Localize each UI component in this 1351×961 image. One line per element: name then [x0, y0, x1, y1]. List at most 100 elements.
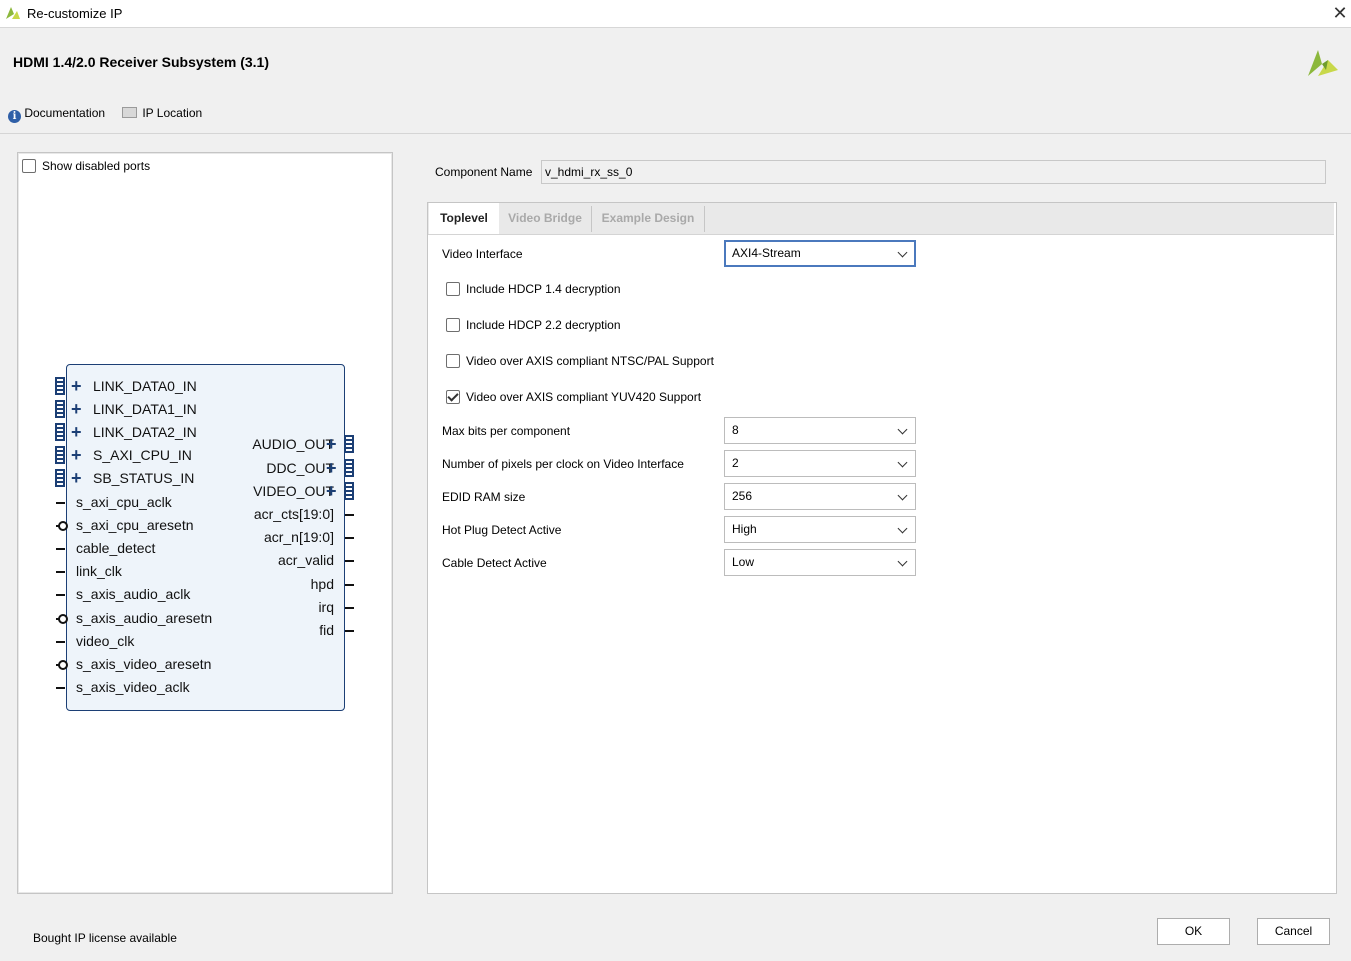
plus-icon[interactable]: + [326, 459, 337, 477]
chevron-down-icon [897, 247, 908, 258]
port-left-bus: LINK_DATA0_IN [93, 378, 197, 394]
option-checkbox[interactable]: Video over AXIS compliant NTSC/PAL Suppo… [446, 354, 714, 368]
port-left-bus: S_AXI_CPU_IN [93, 447, 192, 463]
close-icon[interactable]: ✕ [1330, 3, 1350, 23]
port-right: hpd [310, 575, 334, 592]
port-right: acr_n[19:0] [263, 529, 334, 546]
option-checkbox[interactable]: Video over AXIS compliant YUV420 Support [446, 390, 701, 404]
xilinx-logo-icon [6, 7, 20, 19]
tab-divider [704, 206, 705, 232]
title-bar [0, 0, 1351, 28]
ok-button[interactable]: OK [1157, 918, 1230, 945]
chevron-down-icon [897, 424, 908, 435]
documentation-link[interactable]: i Documentation [8, 106, 105, 123]
show-disabled-ports-checkbox[interactable]: Show disabled ports [22, 159, 150, 173]
tab-video-bridge[interactable]: Video Bridge [499, 203, 591, 234]
component-name-label: Component Name [435, 165, 533, 179]
select-value: 256 [732, 489, 753, 503]
option-checkbox[interactable]: Include HDCP 2.2 decryption [446, 318, 621, 332]
option-label: Include HDCP 2.2 decryption [466, 318, 621, 332]
option-checkbox[interactable]: Include HDCP 1.4 decryption [446, 282, 621, 296]
chevron-down-icon [897, 490, 908, 501]
option-label: Include HDCP 1.4 decryption [466, 282, 621, 296]
port-left: s_axis_audio_aclk [76, 586, 191, 603]
port-right-bus: AUDIO_OUT [252, 436, 334, 452]
port-left: s_axi_cpu_aclk [76, 494, 172, 510]
port-wire [56, 548, 65, 551]
tab-example-design[interactable]: Example Design [592, 203, 704, 234]
bus-connector [344, 482, 354, 500]
port-left: video_clk [76, 632, 135, 649]
option-label: Video over AXIS compliant NTSC/PAL Suppo… [466, 354, 714, 368]
show-disabled-ports-label: Show disabled ports [42, 159, 151, 173]
field-select[interactable]: Low [724, 549, 916, 576]
window-title: Re-customize IP [27, 6, 123, 21]
plus-icon[interactable]: + [71, 423, 82, 441]
field-select[interactable]: 8 [724, 417, 916, 444]
port-right-bus: DDC_OUT [266, 459, 334, 476]
active-low-icon [58, 659, 68, 670]
bus-connector [55, 469, 65, 487]
cancel-button[interactable]: Cancel [1257, 918, 1330, 945]
port-wire [345, 606, 354, 609]
port-right: acr_cts[19:0] [253, 506, 334, 522]
tab-toplevel[interactable]: Toplevel [429, 203, 499, 234]
checkbox-icon[interactable] [446, 354, 460, 368]
plus-icon[interactable]: + [326, 435, 337, 453]
chevron-down-icon [897, 523, 908, 534]
port-right: irq [318, 598, 334, 615]
port-left: cable_detect [76, 540, 156, 557]
ip-title: HDMI 1.4/2.0 Receiver Subsystem (3.1) [13, 54, 270, 70]
checkbox-icon[interactable] [22, 159, 36, 173]
plus-icon[interactable]: + [71, 469, 82, 487]
license-status: Bought IP license available [33, 931, 177, 945]
checkbox-icon[interactable] [446, 318, 460, 332]
port-left-bus: LINK_DATA1_IN [93, 401, 197, 417]
chevron-down-icon [897, 457, 908, 468]
tab-panel [427, 202, 1337, 894]
port-left-bus: LINK_DATA2_IN [93, 424, 197, 440]
plus-icon[interactable]: + [326, 482, 337, 500]
field-label: Hot Plug Detect Active [442, 523, 562, 537]
chevron-down-icon [897, 556, 908, 567]
plus-icon[interactable]: + [71, 377, 82, 395]
field-select[interactable]: 2 [724, 450, 916, 477]
plus-icon[interactable]: + [71, 446, 82, 464]
divider [0, 133, 1351, 134]
video-interface-select[interactable]: AXI4-Stream [724, 240, 916, 267]
bus-connector [344, 435, 354, 453]
component-name-field[interactable]: v_hdmi_rx_ss_0 [541, 160, 1326, 184]
bus-connector [55, 377, 65, 395]
checkbox-icon[interactable] [446, 282, 460, 296]
port-wire [56, 502, 65, 504]
documentation-label: Documentation [24, 106, 106, 120]
option-label: Video over AXIS compliant YUV420 Support [466, 390, 702, 404]
checkbox-icon[interactable] [446, 390, 460, 404]
bus-connector [55, 400, 65, 418]
port-wire [345, 583, 354, 586]
port-wire [345, 514, 354, 516]
plus-icon[interactable]: + [71, 400, 82, 418]
bus-connector [55, 446, 65, 464]
port-right: acr_valid [277, 552, 334, 569]
info-icon: i [8, 110, 21, 123]
port-left: link_clk [76, 563, 122, 580]
field-select[interactable]: 256 [724, 483, 916, 510]
field-select[interactable]: High [724, 516, 916, 543]
ip-location-link[interactable]: IP Location [122, 106, 202, 120]
active-low-icon [58, 613, 68, 624]
port-wire [345, 560, 354, 563]
xilinx-logo-icon [1308, 50, 1338, 76]
port-left: s_axi_cpu_aresetn [76, 517, 194, 534]
ip-location-label: IP Location [142, 106, 203, 120]
bus-connector [344, 458, 354, 477]
port-wire [345, 537, 354, 540]
port-wire [56, 686, 65, 689]
port-left-bus: SB_STATUS_IN [93, 470, 195, 486]
port-wire [345, 630, 354, 632]
select-value: High [732, 522, 757, 536]
bus-connector [55, 423, 65, 441]
select-value: 8 [732, 423, 739, 437]
select-value: 2 [732, 456, 739, 470]
port-right-bus: VIDEO_OUT [253, 483, 334, 499]
